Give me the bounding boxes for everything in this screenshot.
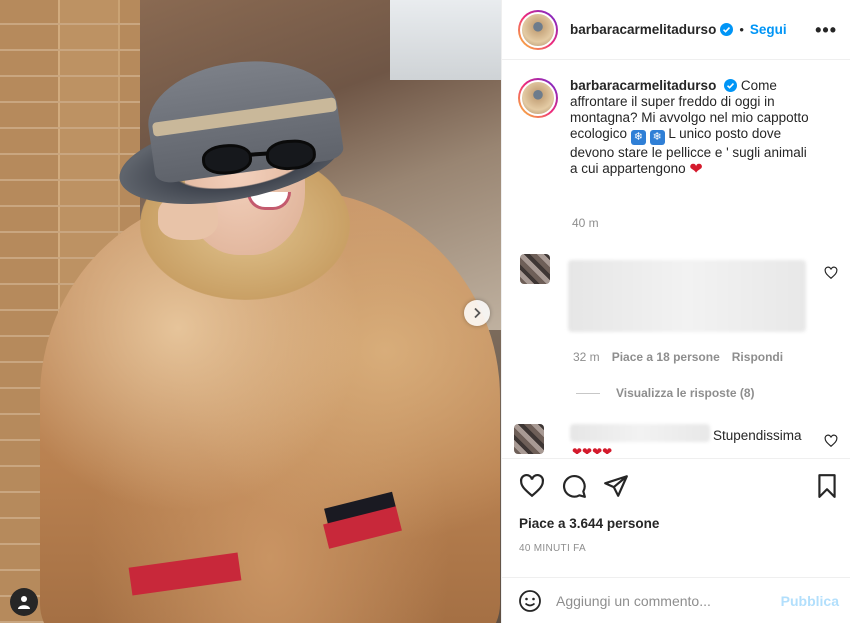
divider bbox=[576, 392, 600, 394]
separator-dot: • bbox=[739, 22, 744, 37]
comment-likes[interactable]: Piace a 18 persone bbox=[612, 350, 720, 364]
paper-plane-icon[interactable] bbox=[603, 473, 629, 499]
publish-button[interactable]: Pubblica bbox=[781, 593, 839, 609]
caption-text: barbaracarmelitadurso Come affrontare il… bbox=[570, 78, 810, 178]
smiley-icon[interactable] bbox=[518, 589, 542, 613]
next-photo-button[interactable] bbox=[464, 300, 490, 326]
comment-text: Stupendissima bbox=[713, 428, 802, 443]
post-timestamp: 40 MINUTI FA bbox=[519, 543, 586, 554]
comment-bubble-icon[interactable] bbox=[561, 473, 587, 499]
heart-outline-icon[interactable] bbox=[824, 434, 838, 448]
view-replies-button[interactable]: Visualizza le risposte (8) bbox=[576, 386, 755, 400]
follow-button[interactable]: Segui bbox=[750, 22, 787, 37]
post-photo[interactable] bbox=[0, 0, 501, 623]
caption-username[interactable]: barbaracarmelitadurso bbox=[570, 78, 716, 93]
verified-badge-icon bbox=[724, 79, 738, 92]
snowflake-icon: ❄ bbox=[630, 130, 646, 145]
heart-emoji-row: ❤❤❤❤ bbox=[572, 446, 613, 454]
comment-text-blurred bbox=[568, 260, 806, 332]
tagged-user-icon bbox=[18, 596, 30, 609]
verified-badge-icon bbox=[720, 23, 734, 36]
tagged-user-button[interactable] bbox=[10, 588, 38, 616]
caption: barbaracarmelitadurso Come affrontare il… bbox=[518, 78, 838, 178]
chevron-right-icon bbox=[474, 307, 481, 319]
caption-time: 40 m bbox=[572, 216, 599, 230]
red-heart-icon: ❤ bbox=[689, 161, 703, 178]
post-header: barbaracarmelitadurso • Segui ••• bbox=[502, 0, 850, 60]
avatar[interactable] bbox=[518, 9, 558, 50]
username-link[interactable]: barbaracarmelitadurso bbox=[570, 22, 716, 37]
post-sidebar: barbaracarmelitadurso • Segui ••• barbar… bbox=[501, 0, 850, 623]
more-options-button[interactable]: ••• bbox=[815, 20, 837, 41]
comment-item: 32 m Piace a 18 persone Rispondi bbox=[518, 254, 838, 404]
heart-outline-icon[interactable] bbox=[824, 266, 838, 280]
reply-button[interactable]: Rispondi bbox=[732, 350, 783, 364]
avatar[interactable] bbox=[518, 78, 558, 118]
heart-outline-icon[interactable] bbox=[519, 473, 545, 499]
background-sky bbox=[390, 0, 501, 80]
bookmark-icon[interactable] bbox=[814, 473, 840, 499]
likes-count[interactable]: Piace a 3.644 persone bbox=[519, 516, 659, 531]
avatar[interactable] bbox=[520, 254, 550, 284]
comment-meta: 32 m Piace a 18 persone Rispondi bbox=[573, 350, 783, 364]
comment-time: 32 m bbox=[573, 350, 600, 364]
comment-composer: Pubblica bbox=[502, 577, 850, 623]
snowflake-icon: ❄ bbox=[649, 130, 665, 145]
avatar[interactable] bbox=[514, 424, 544, 454]
action-bar bbox=[502, 458, 850, 512]
view-replies-label: Visualizza le risposte (8) bbox=[616, 386, 755, 400]
comment-username-blurred[interactable] bbox=[570, 424, 710, 442]
comment-input[interactable] bbox=[556, 592, 766, 609]
